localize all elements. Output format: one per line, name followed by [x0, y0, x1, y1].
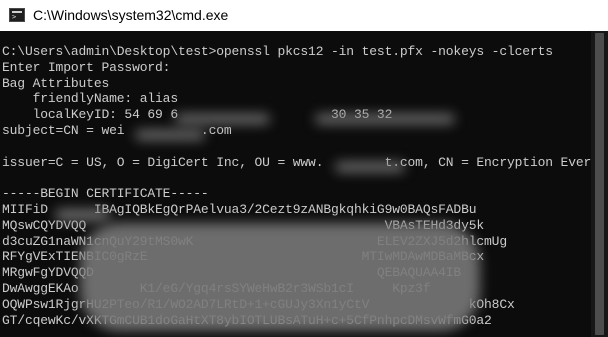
console-line: C:\Users\admin\Desktop\test>openssl pkcs… — [2, 44, 553, 59]
console-line: Bag Attributes — [2, 75, 110, 91]
cmd-icon: > — [9, 8, 25, 22]
console-line: -----BEGIN CERTIFICATE----- — [2, 186, 209, 202]
redaction-smudge — [80, 223, 480, 331]
redaction-smudge — [175, 114, 270, 124]
redaction-smudge — [55, 209, 110, 221]
vertical-scrollbar[interactable] — [591, 31, 608, 337]
console-output[interactable]: C:\Users\admin\Desktop\test>openssl pkcs… — [0, 31, 608, 337]
redaction-smudge — [335, 162, 405, 172]
console-line: localKeyID: 54 69 6 30 35 32 — [32, 107, 393, 123]
console-line: Enter Import Password: — [2, 59, 171, 75]
scrollbar-thumb[interactable] — [595, 33, 604, 335]
window-title: C:\Windows\system32\cmd.exe — [33, 7, 229, 23]
console-line: issuer=C = US, O = DigiCert Inc, OU = ww… — [2, 154, 592, 170]
redaction-smudge — [315, 114, 455, 124]
console-line: friendlyName: alias — [2, 91, 179, 107]
redaction-smudge — [135, 130, 205, 140]
title-bar[interactable]: > C:\Windows\system32\cmd.exe — [0, 0, 608, 31]
console-line: subject=CN = wei .com — [2, 122, 232, 138]
